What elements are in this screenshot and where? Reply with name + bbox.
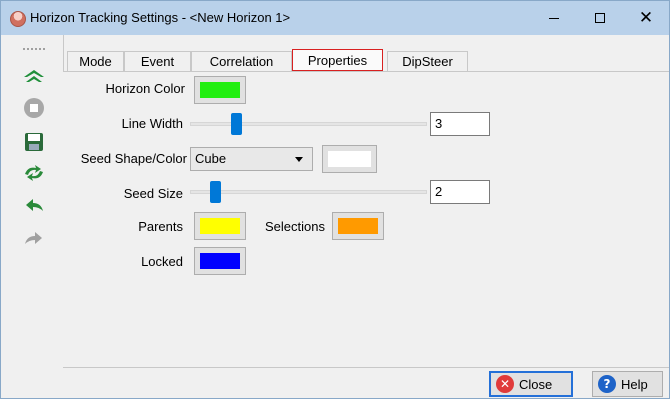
seed-shape-color-label: Seed Shape/Color <box>80 151 187 166</box>
toolbar-grip[interactable] <box>23 48 45 52</box>
stop-button[interactable] <box>21 97 47 119</box>
line-width-slider[interactable] <box>190 113 427 135</box>
close-button-label: Close <box>519 376 553 392</box>
dialog-button-bar: ✕ Close ? Help <box>63 367 669 398</box>
track-horizon-button[interactable] <box>21 65 47 87</box>
track-horizon-icon <box>24 70 44 82</box>
maximize-icon <box>595 13 605 23</box>
selections-color-button[interactable] <box>332 212 384 240</box>
title-bar[interactable]: Horizon Tracking Settings - <New Horizon… <box>1 1 669 35</box>
maximize-button[interactable] <box>577 1 623 35</box>
close-window-button[interactable]: ✕ <box>623 1 669 35</box>
seed-size-label: Seed Size <box>123 186 183 201</box>
locked-color-swatch <box>200 253 240 269</box>
selections-label: Selections <box>265 219 325 234</box>
horizon-color-label: Horizon Color <box>105 81 185 96</box>
horizon-color-button[interactable] <box>194 76 246 104</box>
locked-label: Locked <box>141 254 183 269</box>
close-button[interactable]: ✕ Close <box>489 371 573 397</box>
tab-bar: Mode Event Correlation Properties DipSte… <box>67 49 667 72</box>
line-width-input[interactable]: 3 <box>430 112 490 136</box>
seed-size-slider-track <box>190 190 427 194</box>
stop-icon <box>24 98 44 118</box>
horizon-color-swatch <box>200 82 240 98</box>
line-width-slider-track <box>190 122 427 126</box>
retrack-icon <box>25 165 43 181</box>
tab-event[interactable]: Event <box>124 51 191 71</box>
help-icon: ? <box>598 375 616 393</box>
parents-label: Parents <box>138 219 183 234</box>
line-width-slider-thumb[interactable] <box>231 113 242 135</box>
save-icon <box>25 133 43 151</box>
retrack-button[interactable] <box>21 162 47 184</box>
seed-color-button[interactable] <box>322 145 377 173</box>
parents-color-swatch <box>200 218 240 234</box>
line-width-label: Line Width <box>121 116 183 131</box>
chevron-down-icon <box>295 157 303 162</box>
tab-dipsteer[interactable]: DipSteer <box>387 51 468 71</box>
minimize-button[interactable] <box>531 1 577 35</box>
tracking-toolbar <box>1 35 64 398</box>
tab-correlation[interactable]: Correlation <box>191 51 292 71</box>
seed-shape-select-value: Cube <box>195 151 227 166</box>
tab-mode[interactable]: Mode <box>67 51 124 71</box>
minimize-icon <box>549 17 559 19</box>
save-button[interactable] <box>21 131 47 153</box>
seed-size-slider[interactable] <box>190 181 427 203</box>
seed-shape-select[interactable]: Cube <box>190 147 313 171</box>
redo-button[interactable] <box>21 228 47 250</box>
seed-size-slider-thumb[interactable] <box>210 181 221 203</box>
close-icon: ✕ <box>638 8 654 28</box>
parents-color-button[interactable] <box>194 212 246 240</box>
app-icon <box>10 11 26 27</box>
help-button-label: Help <box>621 376 648 392</box>
tab-properties[interactable]: Properties <box>292 49 383 71</box>
undo-icon <box>26 199 43 211</box>
seed-color-swatch <box>328 151 371 167</box>
selections-color-swatch <box>338 218 378 234</box>
seed-size-input[interactable]: 2 <box>430 180 490 204</box>
locked-color-button[interactable] <box>194 247 246 275</box>
window-title: Horizon Tracking Settings - <New Horizon… <box>30 10 291 25</box>
redo-icon <box>25 232 42 244</box>
horizon-tracking-settings-window: Horizon Tracking Settings - <New Horizon… <box>0 0 670 399</box>
close-circle-icon: ✕ <box>496 375 514 393</box>
undo-button[interactable] <box>21 195 47 217</box>
properties-panel: Horizon Color Line Width 3 Seed Shape/Co… <box>63 71 669 367</box>
help-button[interactable]: ? Help <box>592 371 663 397</box>
